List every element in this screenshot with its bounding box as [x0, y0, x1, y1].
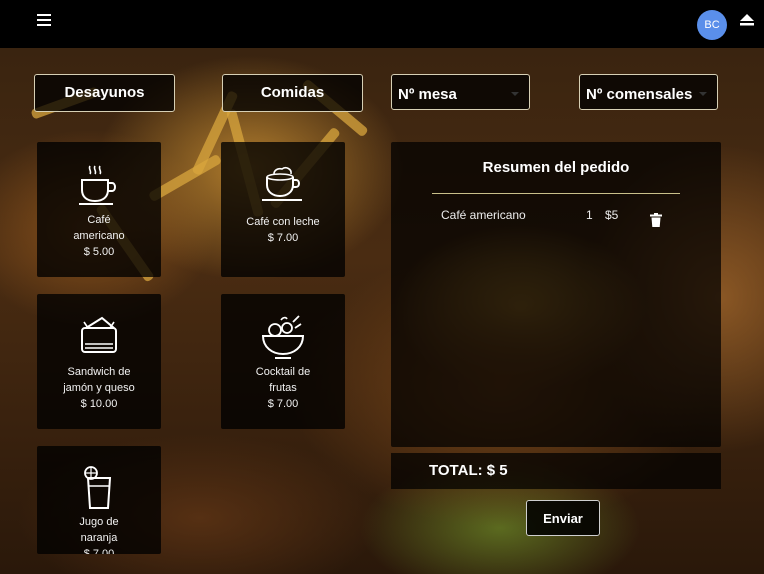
top-bar: BC	[0, 0, 764, 48]
sandwich-icon	[81, 316, 117, 353]
product-price: $ 7.00	[267, 232, 299, 244]
line-item-name: Café americano	[441, 208, 526, 222]
guests-select[interactable]: Nº comensales	[579, 74, 718, 110]
guests-label: Nº comensales	[586, 86, 693, 103]
product-name: Jugo de	[79, 516, 119, 528]
product-card-cocktail-frutas[interactable]: Cocktail de frutas $ 7.00	[221, 294, 345, 429]
table-number-select[interactable]: Nº mesa	[391, 74, 530, 110]
order-summary-panel: Resumen del pedido Café americano 1 $5	[391, 142, 721, 447]
product-name: Café	[87, 214, 111, 226]
fruit-bowl-icon	[261, 315, 305, 359]
product-name-line2: americano	[73, 230, 125, 242]
product-name: Café con leche	[246, 216, 320, 228]
product-card-cafe-con-leche[interactable]: Café con leche $ 7.00	[221, 142, 345, 277]
summary-title: Resumen del pedido	[482, 159, 630, 176]
product-name: Sandwich de	[67, 366, 131, 378]
coffee-cup-icon	[79, 165, 116, 205]
product-price: $ 7.00	[83, 548, 115, 554]
latte-cup-icon	[262, 167, 302, 201]
product-name-line2: frutas	[269, 382, 297, 394]
order-total-bar: TOTAL: $ 5	[391, 453, 721, 489]
send-order-button[interactable]: Enviar	[526, 500, 600, 536]
product-name-line2: jamón y queso	[63, 382, 135, 394]
chevron-down-icon	[699, 92, 707, 96]
hamburger-menu-icon[interactable]	[37, 14, 51, 26]
order-line-item: Café americano 1 $5	[441, 208, 681, 222]
product-name-line2: naranja	[80, 532, 118, 544]
tab-desayunos[interactable]: Desayunos	[34, 74, 175, 112]
user-avatar[interactable]: BC	[697, 10, 727, 40]
order-total: TOTAL: $ 5	[429, 462, 508, 479]
tab-comidas[interactable]: Comidas	[222, 74, 363, 112]
product-card-sandwich[interactable]: Sandwich de jamón y queso $ 10.00	[37, 294, 161, 429]
product-card-jugo-naranja[interactable]: Jugo de naranja $ 7.00	[37, 446, 161, 554]
table-number-label: Nº mesa	[398, 86, 457, 103]
chevron-down-icon	[511, 92, 519, 96]
juice-glass-icon	[84, 466, 112, 509]
trash-icon[interactable]	[650, 213, 662, 227]
product-price: $ 5.00	[83, 246, 115, 258]
product-price: $ 7.00	[267, 398, 299, 410]
summary-divider	[432, 193, 680, 194]
product-price: $ 10.00	[80, 398, 118, 410]
line-item-qty: 1	[586, 208, 593, 222]
product-card-cafe-americano[interactable]: Café americano $ 5.00	[37, 142, 161, 277]
product-name: Cocktail de	[255, 366, 311, 378]
line-item-amount: $5	[605, 208, 619, 222]
eject-icon[interactable]	[739, 13, 755, 27]
